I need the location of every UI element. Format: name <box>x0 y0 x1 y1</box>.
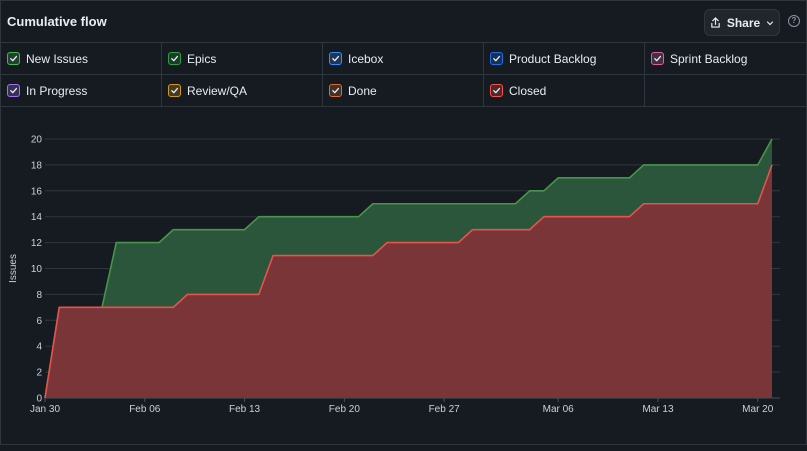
filter-icebox[interactable]: Icebox <box>323 43 484 75</box>
x-tick-label: Mar 06 <box>543 404 575 415</box>
share-button-label: Share <box>726 15 761 30</box>
checkbox-check-icon[interactable] <box>7 52 20 65</box>
filter-empty-cell <box>645 75 807 107</box>
filter-done[interactable]: Done <box>323 75 484 107</box>
y-tick-label: 12 <box>31 238 43 249</box>
cumulative-flow-chart: 0 2 4 6 8 10 12 14 16 18 20 Jan 30 Feb 06 Feb 13 Feb 2… <box>1 107 807 446</box>
x-tick-label: Feb 13 <box>229 404 261 415</box>
chart-svg: 0 2 4 6 8 10 12 14 16 18 20 Jan 30 Feb 06 Feb 13 Feb 2… <box>8 135 780 415</box>
upload-icon <box>710 17 721 28</box>
filter-label: Review/QA <box>187 83 248 98</box>
filter-label: Sprint Backlog <box>670 51 748 66</box>
panel-header: Cumulative flow Share ? <box>1 1 807 43</box>
checkbox-check-icon[interactable] <box>329 84 342 97</box>
x-tick-label: Mar 20 <box>742 404 774 415</box>
x-tick-label: Feb 27 <box>429 404 461 415</box>
filter-review-qa[interactable]: Review/QA <box>162 75 323 107</box>
filter-in-progress[interactable]: In Progress <box>1 75 162 107</box>
share-button[interactable]: Share <box>704 9 780 36</box>
y-tick-label: 0 <box>36 394 42 405</box>
x-tick-label: Jan 30 <box>30 404 60 415</box>
filter-label: Epics <box>187 51 217 66</box>
filter-epics[interactable]: Epics <box>162 43 323 75</box>
filter-label: New Issues <box>26 51 89 66</box>
series-filter-bar: New Issues Epics Icebox Product Backlog Spri… <box>1 43 807 107</box>
filter-closed[interactable]: Closed <box>484 75 645 107</box>
cumulative-flow-panel: Cumulative flow Share ? New Issues Epics I… <box>0 0 807 445</box>
checkbox-check-icon[interactable] <box>168 84 181 97</box>
question-circle-icon[interactable]: ? <box>788 15 800 27</box>
filter-label: Product Backlog <box>509 51 597 66</box>
y-axis-label: Issues <box>8 254 19 283</box>
filter-sprint-backlog[interactable]: Sprint Backlog <box>645 43 807 75</box>
filter-label: In Progress <box>26 83 88 98</box>
y-tick-label: 20 <box>31 135 43 146</box>
x-tick-label: Feb 06 <box>129 404 161 415</box>
filter-label: Done <box>348 83 377 98</box>
checkbox-check-icon[interactable] <box>490 52 503 65</box>
checkbox-check-icon[interactable] <box>329 52 342 65</box>
y-tick-label: 18 <box>31 160 43 171</box>
y-tick-label: 4 <box>36 342 42 353</box>
filter-product-backlog[interactable]: Product Backlog <box>484 43 645 75</box>
checkbox-check-icon[interactable] <box>490 84 503 97</box>
panel-title: Cumulative flow <box>7 14 107 29</box>
checkbox-check-icon[interactable] <box>168 52 181 65</box>
y-tick-label: 10 <box>31 264 43 275</box>
chevron-down-icon <box>766 19 774 27</box>
x-tick-label: Feb 20 <box>329 404 361 415</box>
filter-label: Closed <box>509 83 547 98</box>
y-tick-label: 14 <box>31 212 43 223</box>
y-tick-label: 2 <box>36 368 42 379</box>
checkbox-check-icon[interactable] <box>651 52 664 65</box>
filter-new-issues[interactable]: New Issues <box>1 43 162 75</box>
x-tick-label: Mar 13 <box>642 404 674 415</box>
filter-label: Icebox <box>348 51 384 66</box>
checkbox-check-icon[interactable] <box>7 84 20 97</box>
y-tick-label: 8 <box>36 290 42 301</box>
y-tick-label: 16 <box>31 186 43 197</box>
y-tick-label: 6 <box>36 316 42 327</box>
